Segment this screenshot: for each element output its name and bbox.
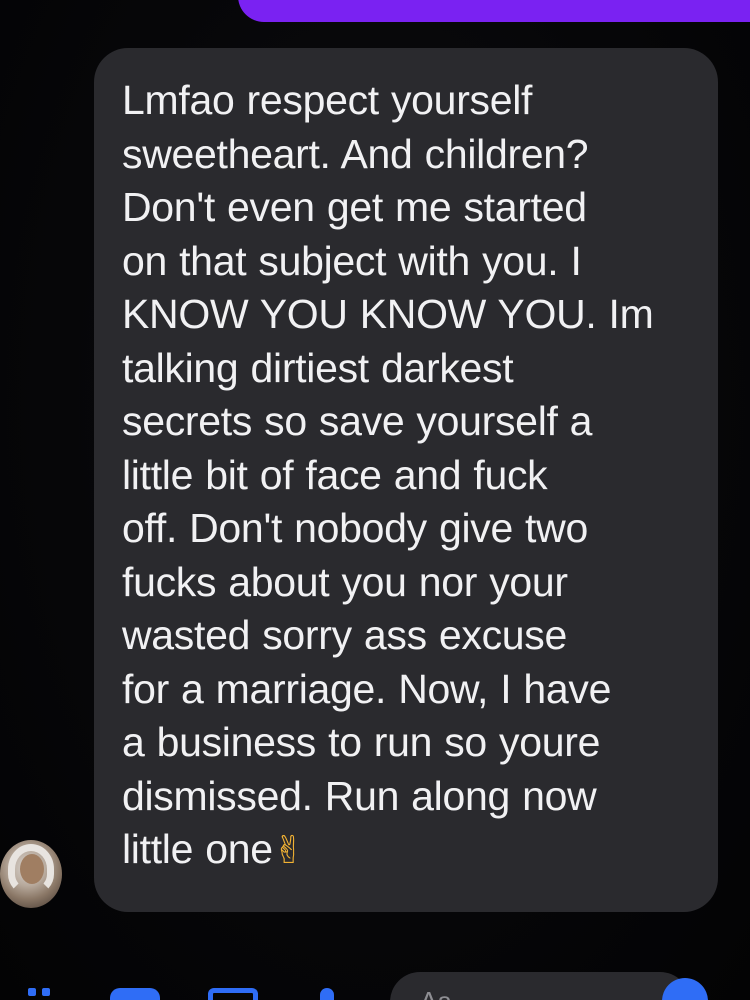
message-line: little bit of face and fuck [122,451,548,498]
message-line: a business to run so youre [122,719,601,765]
message-line: wasted sorry ass excuse [122,612,567,658]
composer-bar: Aa [0,960,750,1000]
message-line: fucks about you nor your [122,558,568,605]
message-line: dismissed. Run along now [122,772,597,819]
victory-hand-emoji: ✌ [272,828,305,872]
sent-message-bubble[interactable] [238,0,750,22]
message-last-line: little one✌ [122,823,694,878]
message-line: little one [122,826,273,872]
message-text: Lmfao respect yourself sweetheart. And c… [122,74,694,878]
message-line: sweetheart. And children? [122,130,589,177]
message-line: Lmfao respect yourself [122,77,533,123]
message-input[interactable]: Aa [390,972,690,1000]
sender-avatar[interactable] [0,840,62,908]
apps-dot [42,988,50,996]
gallery-icon[interactable] [208,988,258,1000]
message-line: talking dirtiest darkest [122,344,514,391]
message-input-placeholder: Aa [420,986,452,1000]
received-message-row: Lmfao respect yourself sweetheart. And c… [0,48,750,918]
message-line: secrets so save yourself a [122,398,593,444]
received-message-bubble[interactable]: Lmfao respect yourself sweetheart. And c… [94,48,718,912]
message-line: for a marriage. Now, I have [122,665,612,712]
message-line: KNOW YOU KNOW YOU. Im [122,291,654,337]
camera-icon[interactable] [110,988,160,1000]
avatar-face [20,854,44,884]
message-line: off. Don't nobody give two [122,505,588,551]
message-line: Don't even get me started [122,184,587,230]
message-line: on that subject with you. I [122,237,582,284]
microphone-icon[interactable] [320,988,334,1000]
messenger-conversation: Lmfao respect yourself sweetheart. And c… [0,0,750,1000]
apps-dot [28,988,36,996]
apps-icon[interactable] [28,988,56,1000]
